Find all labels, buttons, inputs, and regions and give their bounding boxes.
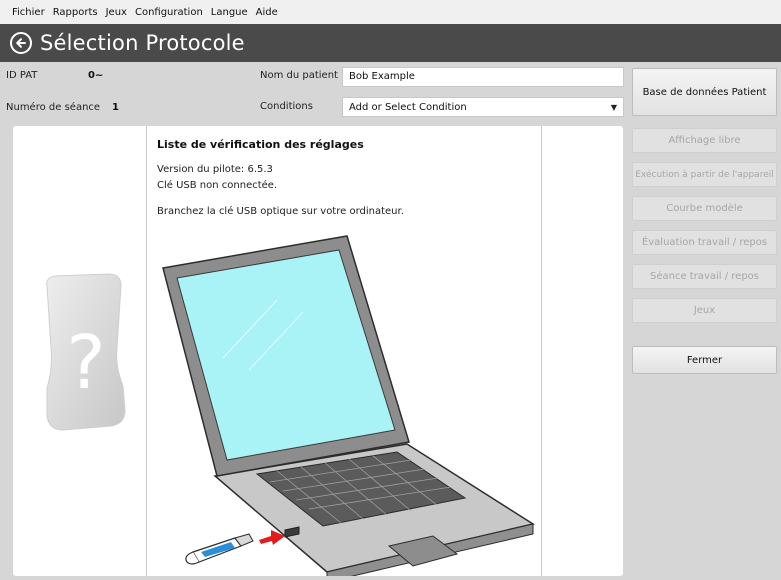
patient-id-value: 0~ — [88, 70, 104, 81]
games-button[interactable]: Jeux — [632, 298, 777, 323]
close-button[interactable]: Fermer — [632, 346, 777, 374]
patient-name-label: Nom du patient — [260, 70, 338, 81]
work-rest-session-button[interactable]: Séance travail / repos — [632, 264, 777, 289]
menu-bar: Fichier Rapports Jeux Configuration Lang… — [0, 0, 781, 24]
menu-rapports[interactable]: Rapports — [49, 7, 102, 18]
chevron-down-icon: ▼ — [610, 102, 617, 112]
unknown-device-icon: ? — [46, 273, 126, 431]
back-arrow-icon[interactable] — [10, 32, 32, 54]
usb-status-text: Clé USB non connectée. — [157, 180, 278, 191]
session-number-value: 1 — [112, 102, 119, 113]
menu-configuration[interactable]: Configuration — [131, 7, 207, 18]
setup-checklist-panel: ? Liste de vérification des réglages Ver… — [13, 126, 623, 576]
template-curve-button[interactable]: Courbe modèle — [632, 196, 777, 221]
checklist-title: Liste de vérification des réglages — [157, 138, 364, 151]
patient-name-field[interactable]: Bob Example — [342, 67, 624, 87]
instruction-text: Branchez la clé USB optique sur votre or… — [157, 206, 404, 217]
work-rest-assessment-button[interactable]: Évaluation travail / repos — [632, 230, 777, 255]
menu-jeux[interactable]: Jeux — [102, 7, 131, 18]
menu-aide[interactable]: Aide — [252, 7, 282, 18]
device-pane: ? — [13, 126, 147, 576]
title-bar: Sélection Protocole — [0, 24, 781, 62]
run-from-device-button[interactable]: Exécution à partir de l'appareil — [632, 162, 777, 187]
laptop-usb-illustration — [162, 235, 535, 576]
menu-langue[interactable]: Langue — [207, 7, 252, 18]
driver-version-text: Version du pilote: 6.5.3 — [157, 164, 273, 175]
session-number-label: Numéro de séance — [6, 102, 101, 113]
conditions-select-value: Add or Select Condition — [349, 101, 467, 113]
svg-text:?: ? — [66, 320, 105, 406]
usb-drive-icon — [185, 533, 254, 565]
conditions-select[interactable]: Add or Select Condition ▼ — [342, 97, 624, 117]
menu-fichier[interactable]: Fichier — [8, 7, 49, 18]
page-title: Sélection Protocole — [40, 31, 245, 55]
patient-database-button[interactable]: Base de données Patient — [632, 68, 777, 116]
conditions-label: Conditions — [260, 101, 313, 112]
patient-id-label: ID PAT — [6, 70, 38, 81]
patient-info: ID PAT 0~ Numéro de séance 1 Nom du pati… — [0, 62, 628, 122]
status-pane — [541, 126, 623, 576]
free-display-button[interactable]: Affichage libre — [632, 128, 777, 153]
